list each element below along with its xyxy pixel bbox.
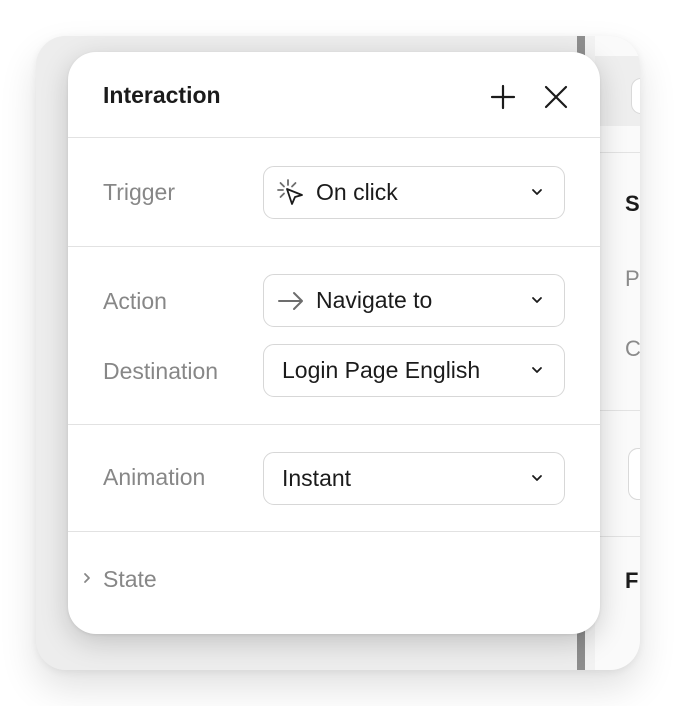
destination-value: Login Page English (282, 357, 481, 383)
panel-section-heading: S (625, 191, 640, 216)
panel-input[interactable] (628, 448, 640, 500)
popover-title: Interaction (103, 82, 221, 108)
trigger-select[interactable]: On click (263, 166, 565, 219)
state-disclosure[interactable]: State (68, 550, 600, 610)
trigger-value: On click (316, 179, 398, 205)
animation-section: Animation Instant (68, 425, 600, 532)
arrow-right-icon (276, 286, 306, 316)
action-section: Action Navigate to Destination Login Pag… (68, 247, 600, 425)
chevron-down-icon (532, 475, 542, 481)
panel-field-label: C (625, 336, 640, 361)
destination-select[interactable]: Login Page English (263, 344, 565, 397)
panel-divider (595, 152, 640, 153)
panel-divider (595, 410, 640, 411)
cursor-click-icon (276, 178, 306, 208)
toolbar-control[interactable] (631, 78, 640, 114)
properties-panel-toolbar (595, 56, 640, 126)
trigger-section: Trigger On click (68, 138, 600, 247)
animation-value: Instant (282, 465, 352, 491)
plus-icon (490, 84, 516, 110)
action-select[interactable]: Navigate to (263, 274, 565, 327)
animation-label: Animation (103, 464, 206, 490)
close-popover-button[interactable] (539, 80, 573, 114)
popover-header: Interaction (68, 52, 600, 138)
chevron-down-icon (532, 189, 542, 195)
action-value: Navigate to (316, 287, 433, 313)
chevron-down-icon (532, 367, 542, 373)
trigger-label: Trigger (103, 179, 175, 205)
interaction-popover: Interaction Trigger On click Action Navi… (68, 52, 600, 634)
state-label: State (103, 566, 157, 592)
close-icon (544, 85, 568, 109)
action-label: Action (103, 288, 167, 314)
panel-divider (595, 536, 640, 537)
destination-label: Destination (103, 358, 219, 384)
add-interaction-button[interactable] (486, 80, 520, 114)
chevron-down-icon (532, 297, 542, 303)
panel-section-heading: F (625, 568, 639, 593)
animation-select[interactable]: Instant (263, 452, 565, 505)
panel-field-label: P (625, 266, 640, 291)
chevron-right-icon (84, 573, 90, 583)
